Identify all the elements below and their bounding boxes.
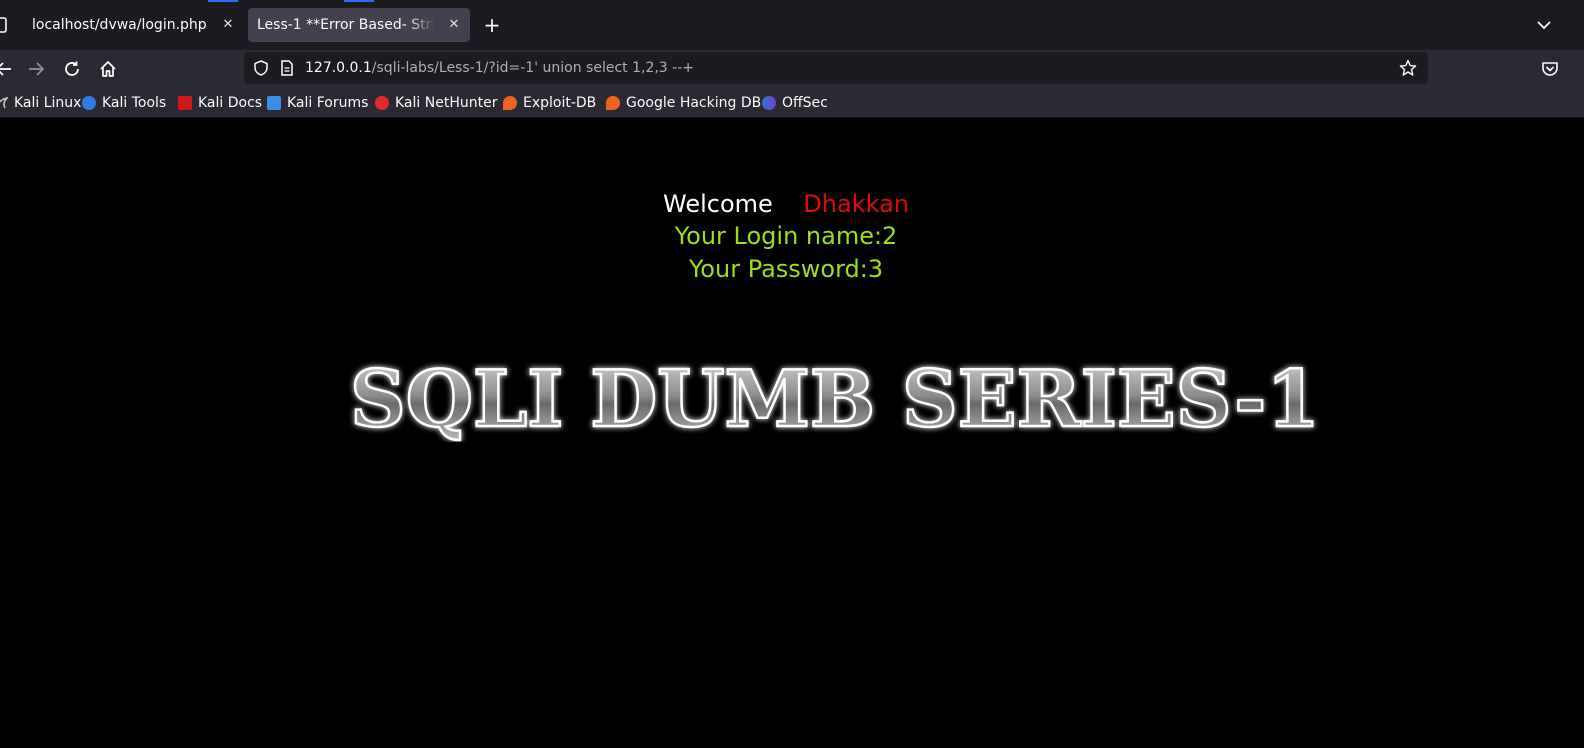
bookmark-kali-tools[interactable]: Kali Tools bbox=[82, 87, 166, 118]
url-host: 127.0.0.1 bbox=[305, 60, 372, 76]
tab-sqli-less-1[interactable]: Less-1 **Error Based- String** ✕ bbox=[248, 8, 470, 42]
tab-title: Less-1 **Error Based- String** bbox=[257, 17, 435, 33]
ghdb-icon bbox=[606, 95, 620, 110]
list-all-tabs-icon[interactable] bbox=[1531, 13, 1557, 37]
bookmark-kali-forums[interactable]: Kali Forums bbox=[267, 87, 368, 118]
bookmark-label: OffSec bbox=[782, 94, 828, 111]
reload-icon[interactable] bbox=[58, 55, 86, 83]
url-text[interactable]: 127.0.0.1/sqli-labs/Less-1/?id=-1' union… bbox=[305, 52, 694, 84]
bookmark-kali-nethunter[interactable]: Kali NetHunter bbox=[375, 87, 497, 118]
new-tab-button[interactable]: + bbox=[479, 12, 505, 38]
bookmark-label: Kali Forums bbox=[287, 94, 369, 111]
bookmark-google-hacking-db[interactable]: Google Hacking DB bbox=[606, 87, 761, 118]
bookmark-label: Kali Docs bbox=[198, 94, 263, 111]
close-tab-icon[interactable]: ✕ bbox=[444, 15, 464, 35]
bookmark-label: Exploit-DB bbox=[523, 94, 597, 111]
tab-dvwa-login[interactable]: localhost/dvwa/login.php ✕ bbox=[16, 8, 244, 42]
firefox-view-icon[interactable] bbox=[0, 16, 8, 34]
password-result: Your Password:3 bbox=[688, 255, 884, 283]
bookmark-label: Kali Linux bbox=[14, 94, 82, 111]
url-bar[interactable]: 127.0.0.1/sqli-labs/Less-1/?id=-1' union… bbox=[244, 52, 1428, 84]
username-text: Dhakkan bbox=[803, 190, 909, 218]
welcome-text: Welcome bbox=[663, 190, 773, 218]
login-name-result: Your Login name:2 bbox=[674, 222, 898, 250]
welcome-line: Welcome Dhakkan bbox=[0, 190, 1578, 218]
bookmark-kali-linux[interactable]: Kali Linux bbox=[0, 87, 81, 118]
bookmark-exploit-db[interactable]: Exploit-DB bbox=[503, 87, 596, 118]
forward-arrow-icon[interactable] bbox=[22, 55, 50, 83]
close-tab-icon[interactable]: ✕ bbox=[218, 15, 238, 35]
exploit-db-icon bbox=[503, 95, 517, 110]
banner-title: SQLI DUMB SERIES-1 bbox=[350, 354, 1320, 442]
tab-strip-accent bbox=[208, 0, 238, 2]
bookmarks-toolbar: Kali Linux Kali Tools Kali Docs Kali For… bbox=[0, 87, 1584, 118]
back-arrow-icon[interactable] bbox=[0, 55, 18, 83]
bookmark-star-icon[interactable] bbox=[1396, 56, 1420, 80]
tab-strip-accent bbox=[344, 0, 374, 2]
url-path: /sqli-labs/Less-1/?id=-1' union select 1… bbox=[371, 60, 694, 76]
page-content: Welcome Dhakkan Your Login name:2 Your P… bbox=[0, 118, 1584, 748]
kali-dragon-icon bbox=[0, 96, 10, 110]
tab-strip: localhost/dvwa/login.php ✕ Less-1 **Erro… bbox=[0, 0, 1584, 50]
tab-title: localhost/dvwa/login.php bbox=[32, 17, 207, 33]
bookmark-label: Kali Tools bbox=[102, 94, 167, 111]
kali-tools-icon bbox=[82, 95, 96, 110]
kali-docs-icon bbox=[178, 95, 192, 110]
sqli-dumb-series-banner: SQLI DUMB SERIES-1 bbox=[349, 353, 1322, 442]
nethunter-icon bbox=[375, 95, 389, 110]
home-icon[interactable] bbox=[94, 55, 122, 83]
bookmark-kali-docs[interactable]: Kali Docs bbox=[178, 87, 262, 118]
bookmark-label: Kali NetHunter bbox=[395, 94, 498, 111]
tracking-protection-shield-icon[interactable] bbox=[249, 56, 273, 80]
page-info-icon[interactable] bbox=[275, 56, 299, 80]
offsec-icon bbox=[762, 95, 776, 110]
bookmark-offsec[interactable]: OffSec bbox=[762, 87, 828, 118]
pocket-icon[interactable] bbox=[1536, 55, 1564, 83]
bookmark-label: Google Hacking DB bbox=[626, 94, 762, 111]
kali-forums-icon bbox=[267, 95, 281, 110]
